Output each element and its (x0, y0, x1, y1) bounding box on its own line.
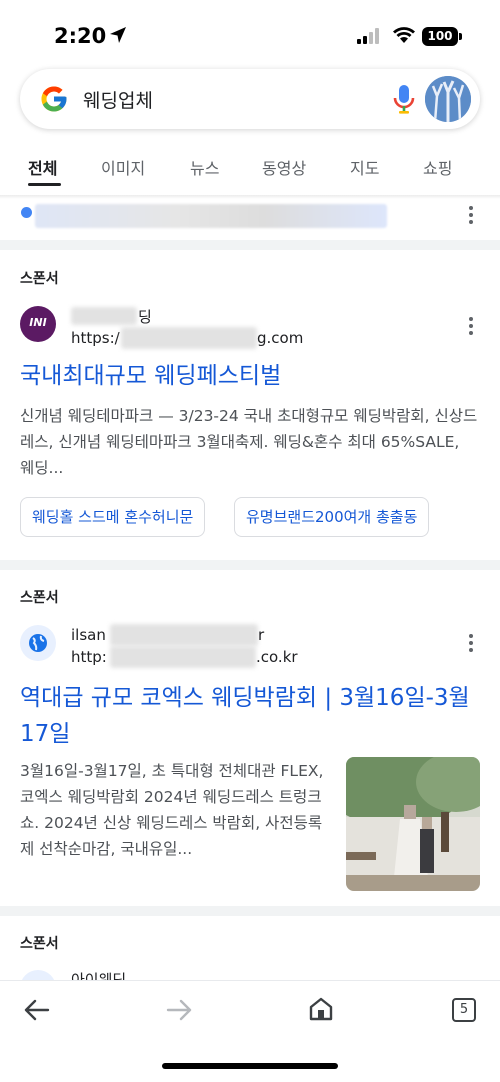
forward-arrow-icon[interactable] (166, 999, 192, 1021)
wifi-icon (393, 27, 415, 43)
home-indicator (162, 1063, 338, 1069)
wedding-photo-image (346, 757, 480, 891)
avatar-tree-icon (425, 76, 471, 122)
search-box[interactable]: 웨딩업체 (20, 69, 480, 129)
tab-switcher-button[interactable]: 5 (452, 998, 476, 1022)
more-options-icon[interactable] (469, 206, 475, 227)
site-name: 딩 (138, 308, 152, 326)
sponsored-label: 스폰서 (20, 936, 59, 952)
cellular-signal-icon (357, 28, 379, 44)
microphone-icon[interactable] (393, 84, 415, 116)
search-tabs: 전체 이미지 뉴스 동영상 지도 쇼핑 (0, 145, 500, 197)
redacted-site-name (71, 307, 137, 325)
google-logo-icon (41, 86, 67, 112)
battery-indicator: 100 (422, 27, 458, 46)
tab-maps[interactable]: 지도 (350, 155, 379, 179)
tab-news[interactable]: 뉴스 (190, 155, 219, 179)
sitelink-button[interactable]: 웨딩홀 스드메 혼수허니문 (20, 497, 206, 537)
section-separator (0, 906, 500, 916)
site-name-prefix: ilsan (71, 626, 106, 644)
section-separator (0, 240, 500, 250)
tabs-shadow (0, 195, 500, 199)
site-url-suffix: g.com (257, 329, 304, 347)
site-favicon (20, 625, 56, 661)
tab-shopping[interactable]: 쇼핑 (423, 155, 452, 179)
status-bar: 2:20 100 (0, 0, 500, 70)
tab-all[interactable]: 전체 (28, 155, 57, 179)
site-url-prefix: http: (71, 648, 107, 666)
location-arrow-icon (110, 27, 126, 43)
site-url-suffix: .co.kr (256, 648, 298, 666)
ad-title-link[interactable]: 역대급 규모 코엑스 웨딩박람회 | 3월16일-3월17일 (20, 680, 475, 752)
ad-description: 신개념 웨딩테마파크 — 3/23-24 국내 초대형규모 웨딩박람회, 신상드… (20, 407, 478, 477)
ad-options-icon[interactable] (469, 634, 475, 655)
redacted-url (110, 646, 256, 668)
prior-result-redacted (35, 204, 387, 228)
sponsored-label: 스폰서 (20, 271, 59, 287)
sitelink-button[interactable]: 유명브랜드200여개 총출동 (234, 497, 430, 537)
ad-thumbnail-image[interactable] (346, 757, 480, 891)
site-name-suffix: r (258, 626, 265, 644)
home-icon[interactable] (308, 996, 334, 1022)
section-separator (0, 560, 500, 570)
prior-result-dot (21, 207, 32, 218)
search-query-text[interactable]: 웨딩업체 (83, 86, 153, 113)
globe-icon (29, 634, 47, 652)
redacted-site-name (110, 624, 258, 646)
battery-tip (459, 33, 462, 40)
status-time: 2:20 (54, 24, 107, 48)
ad-description: 3월16일-3월17일, 초 특대형 전체대관 FLEX, 코엑스 웨딩박람회 … (20, 762, 324, 858)
ad-title-link[interactable]: 국내최대규모 웨딩페스티벌 (20, 358, 281, 394)
sponsored-label: 스폰서 (20, 590, 59, 606)
redacted-url (121, 327, 257, 349)
site-favicon: INI (20, 306, 56, 342)
tab-videos[interactable]: 동영상 (262, 155, 306, 179)
active-tab-indicator (28, 183, 61, 186)
ad-options-icon[interactable] (469, 317, 475, 338)
back-arrow-icon[interactable] (24, 999, 50, 1021)
account-avatar[interactable] (425, 76, 471, 122)
tab-images[interactable]: 이미지 (101, 155, 145, 179)
favicon-text: INI (29, 316, 47, 329)
site-url-prefix: https:/ (71, 329, 120, 347)
